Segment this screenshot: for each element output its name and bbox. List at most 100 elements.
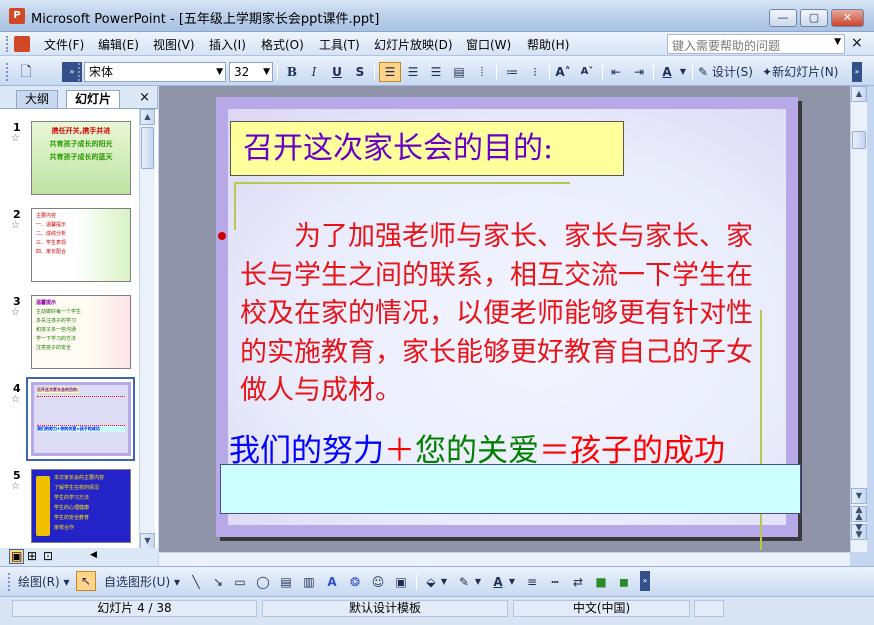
thumbnail-scrollbar[interactable]: ▲ ▼	[139, 109, 155, 549]
distributed-icon[interactable]: ▤	[449, 62, 469, 82]
scroll-up-icon[interactable]: ▲	[851, 86, 867, 102]
align-center-icon[interactable]: ☰	[403, 62, 423, 82]
slide-thumbnail-2[interactable]: 2 ☆ 主要内容 一、温馨提示 二、成绩分析 三、学生表现 四、家长配合	[0, 208, 140, 290]
scroll-down-icon[interactable]: ▼	[851, 488, 867, 504]
line-style-icon[interactable]: ≡	[522, 572, 542, 592]
menu-edit[interactable]: 编辑(E)	[98, 36, 139, 53]
font-size-select[interactable]: 32 ▼	[229, 62, 273, 82]
bullets-icon[interactable]: ⁝	[525, 62, 545, 82]
wordart-icon[interactable]: A	[322, 572, 342, 592]
autoshapes-button[interactable]: 自选图形(U) ▾	[104, 572, 180, 592]
chevron-down-icon[interactable]: ▼	[440, 572, 448, 592]
new-slide-button[interactable]: ✦新幻灯片(N)	[762, 62, 848, 82]
close-button[interactable]: ✕	[831, 9, 864, 27]
chevron-down-icon[interactable]: ▼	[508, 572, 516, 592]
scroll-thumb[interactable]	[141, 127, 154, 169]
slide-thumbnail-4[interactable]: 4 ☆ 召开这次家长会的目的: 我们的努力+你的关爱=孩子的成功	[0, 377, 140, 464]
line-color-icon[interactable]: ✎	[454, 572, 474, 592]
slide-thumbnail-5[interactable]: 5 ☆ 本次家长会的主要内容 了解学生在校的情况 学生的学习方法 学生的心理健康…	[0, 469, 140, 548]
slideshow-icon[interactable]: ⊡	[43, 549, 53, 563]
align-right-icon[interactable]: ☰	[426, 62, 446, 82]
oval-tool-icon[interactable]: ◯	[253, 572, 273, 592]
shadow-button[interactable]: S	[350, 62, 370, 82]
chevron-down-icon[interactable]: ▼	[263, 64, 270, 80]
draw-menu-button[interactable]: 绘图(R) ▾	[18, 572, 70, 592]
menu-help[interactable]: 帮助(H)	[527, 36, 569, 53]
previous-slide-icon[interactable]: ▲ ▲	[851, 506, 867, 522]
menu-slideshow[interactable]: 幻灯片放映(D)	[374, 36, 453, 53]
scroll-thumb[interactable]	[852, 131, 866, 149]
select-pointer-icon[interactable]: ↖	[76, 571, 96, 591]
chevron-down-icon[interactable]: ▼	[474, 572, 482, 592]
vertical-textbox-icon[interactable]: ▥	[299, 572, 319, 592]
menu-file[interactable]: 文件(F)	[44, 36, 84, 53]
menu-tools[interactable]: 工具(T)	[319, 36, 360, 53]
help-dropdown-icon[interactable]: ▼	[834, 37, 841, 47]
toolbar-grip[interactable]	[6, 63, 9, 81]
font-name-select[interactable]: 宋体 ▼	[84, 62, 226, 82]
slide-scrollbar[interactable]: ▲ ▼ ▲ ▲ ▼ ▼	[850, 86, 867, 552]
font-color-icon[interactable]: A	[488, 572, 508, 592]
arrow-tool-icon[interactable]: ↘	[208, 572, 228, 592]
menu-view[interactable]: 视图(V)	[153, 36, 195, 53]
help-search-input[interactable]: 键入需要帮助的问题 ▼	[667, 34, 845, 54]
document-icon[interactable]	[14, 36, 30, 52]
underline-button[interactable]: U	[327, 62, 347, 82]
slide-title[interactable]: 召开这次家长会的目的:	[230, 121, 624, 176]
dash-style-icon[interactable]: ┅	[545, 572, 565, 592]
toolbar-options-icon[interactable]: »	[852, 62, 862, 82]
normal-view-icon[interactable]: ▣	[9, 549, 25, 564]
powerpoint-app-icon[interactable]: P	[9, 8, 25, 24]
line-tool-icon[interactable]: ╲	[186, 572, 206, 592]
fill-color-icon[interactable]: ⬙	[421, 572, 441, 592]
tab-outline[interactable]: 大纲	[16, 90, 59, 108]
status-template[interactable]: 默认设计模板	[262, 600, 508, 617]
slide-sorter-icon[interactable]: ⊞	[27, 549, 37, 563]
text-direction-icon[interactable]: ⦙	[472, 62, 492, 82]
rectangle-tool-icon[interactable]: ▭	[230, 572, 250, 592]
menu-window[interactable]: 窗口(W)	[466, 36, 511, 53]
textbox-tool-icon[interactable]: ▤	[276, 572, 296, 592]
toolbar-grip[interactable]	[8, 573, 11, 591]
toolbar-grip-2[interactable]	[78, 63, 81, 81]
design-button[interactable]: ✎ 设计(S)	[698, 62, 758, 82]
close-document-icon[interactable]: ×	[851, 35, 863, 51]
chevron-down-icon[interactable]: ▼	[679, 62, 687, 82]
clipart-icon[interactable]: ☺	[368, 572, 388, 592]
slide-thumbnail-1[interactable]: 1 ☆ 携任开关,携手并进 共育孩子成长的阳光 共育孩子成长的蓝天	[0, 121, 140, 203]
thumb-line: 共育孩子成长的阳光	[49, 140, 113, 148]
slide-thumbnail-3[interactable]: 3 ☆ 温馨提示 主动做好每一个学生 多关注孩子的学习 和孩子多一些沟通 学一下…	[0, 295, 140, 377]
tab-slides[interactable]: 幻灯片	[66, 90, 121, 108]
decrease-indent-icon[interactable]: ⇤	[606, 62, 626, 82]
align-left-icon[interactable]: ☰	[379, 62, 401, 82]
restore-button[interactable]: ▢	[800, 9, 828, 27]
italic-button[interactable]: I	[304, 62, 324, 82]
slide-formula-text[interactable]: 我们的努力＋您的关爱＝孩子的成功	[229, 429, 789, 473]
next-slide-icon[interactable]: ▼ ▼	[851, 524, 867, 540]
arrow-style-icon[interactable]: ⇄	[568, 572, 588, 592]
increase-indent-icon[interactable]: ⇥	[629, 62, 649, 82]
chevron-down-icon[interactable]: ▼	[216, 64, 223, 80]
shadow-style-icon[interactable]: ■	[591, 572, 611, 592]
decrease-font-icon[interactable]: A˅	[577, 62, 597, 82]
3d-style-icon[interactable]: ◼	[614, 572, 634, 592]
slide-body-text[interactable]: 为了加强老师与家长、家长与家长、家长与学生之间的联系，相互交流一下学生在校及在家…	[240, 218, 760, 411]
minimize-button[interactable]: —	[769, 9, 797, 27]
scroll-down-icon[interactable]: ▼	[140, 533, 155, 549]
transition-icon: ☆	[11, 133, 20, 144]
numbering-icon[interactable]: ≔	[502, 62, 522, 82]
increase-font-icon[interactable]: A˄	[553, 62, 573, 82]
toolbar-options-icon[interactable]: »	[640, 571, 650, 591]
diagram-icon[interactable]: ❂	[345, 572, 365, 592]
bold-button[interactable]: B	[282, 62, 302, 82]
menu-insert[interactable]: 插入(I)	[209, 36, 246, 53]
font-color-icon[interactable]: A	[657, 62, 677, 82]
scroll-left-icon[interactable]: ◀	[90, 550, 97, 560]
picture-icon[interactable]: ▣	[391, 572, 411, 592]
new-document-icon[interactable]: 🗋	[16, 62, 36, 82]
panel-close-icon[interactable]: ×	[139, 90, 150, 105]
horizontal-scrollbar[interactable]	[159, 552, 850, 566]
menu-grip[interactable]	[6, 36, 10, 52]
scroll-up-icon[interactable]: ▲	[140, 109, 155, 125]
menu-format[interactable]: 格式(O)	[261, 36, 304, 53]
